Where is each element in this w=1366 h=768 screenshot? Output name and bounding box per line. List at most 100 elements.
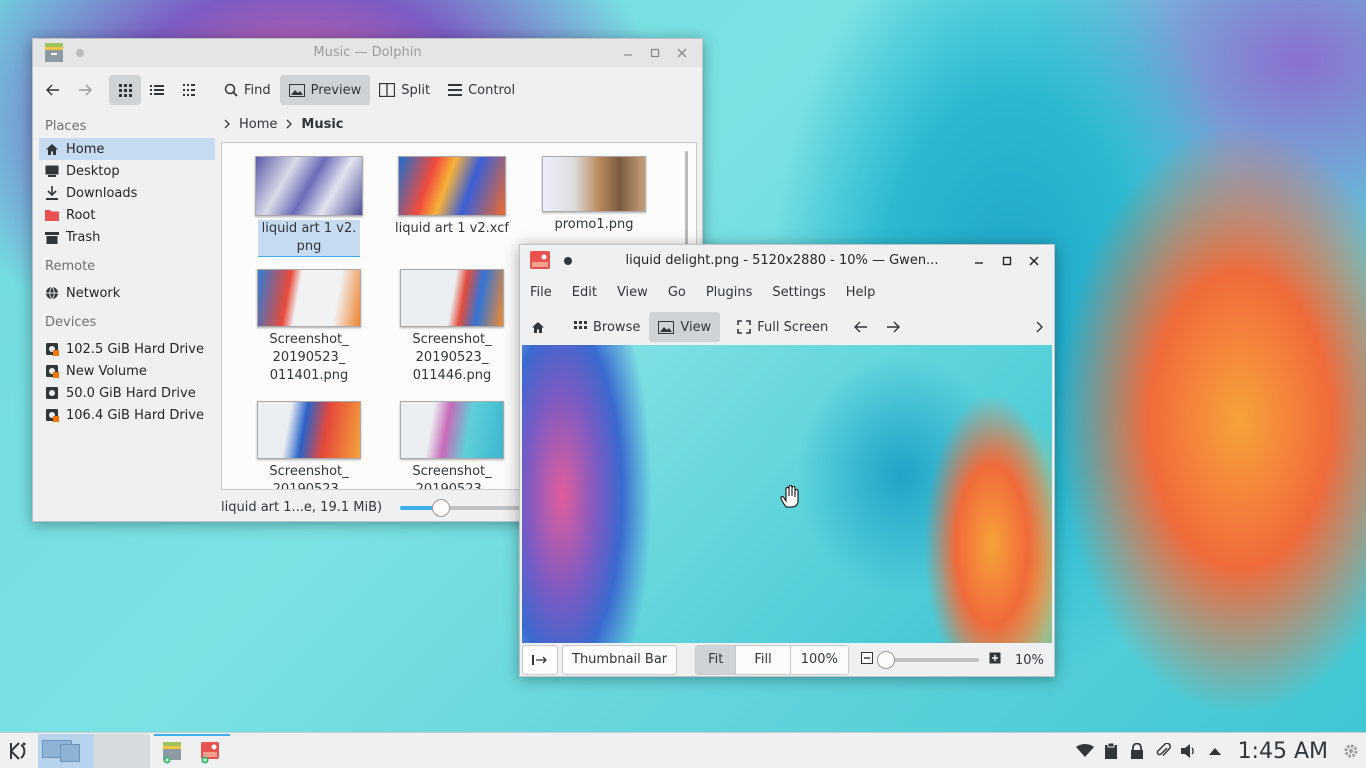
find-label: Find [244,82,271,98]
compact-view-button[interactable] [173,75,205,105]
menu-file[interactable]: File [520,279,562,309]
keep-above-icon[interactable] [75,48,85,58]
breadcrumb-home[interactable]: Home [239,117,277,132]
close-icon[interactable] [674,45,690,61]
fit-button[interactable]: Fit [696,646,737,674]
back-button[interactable] [37,75,69,105]
menu-edit[interactable]: Edit [562,279,607,309]
file-item[interactable]: promo1.png [532,156,656,234]
minimize-icon[interactable] [971,253,987,269]
task-gwenview[interactable] [190,733,230,768]
zoom-in-button[interactable] [989,652,1001,668]
file-thumbnail [257,401,361,459]
keep-above-icon[interactable] [563,256,573,266]
browse-label: Browse [593,319,641,335]
browse-button[interactable]: Browse [564,312,649,342]
preview-button[interactable]: Preview [279,75,371,105]
lock-icon[interactable] [1124,738,1150,764]
close-icon[interactable] [1026,253,1042,269]
file-item[interactable]: Screenshot_ 20190523_ 011401.png [247,269,371,385]
attachment-icon[interactable] [1150,738,1176,764]
volume-icon[interactable] [1176,738,1202,764]
next-image-button[interactable] [877,312,909,342]
previous-image-button[interactable] [845,312,877,342]
place-home[interactable]: Home [39,138,215,160]
fill-button[interactable]: Fill [736,646,791,674]
device-item[interactable]: New Volume [39,360,215,382]
maximize-icon[interactable] [647,45,663,61]
place-label: Downloads [66,185,138,201]
pager-desktop-2[interactable] [94,733,150,768]
zoom-slider-handle[interactable] [432,499,451,517]
pager-desktop-1[interactable] [38,733,94,768]
menu-settings[interactable]: Settings [762,279,835,309]
device-item[interactable]: 50.0 GiB Hard Drive [39,382,215,404]
split-button[interactable]: Split [370,75,439,105]
dolphin-title: Music — Dolphin [313,45,422,60]
chevron-right-icon [224,119,230,129]
search-icon [224,83,238,97]
minimize-icon[interactable] [620,45,636,61]
application-launcher[interactable] [0,733,36,768]
menu-view[interactable]: View [607,279,658,309]
digital-clock[interactable]: 1:45 AM [1238,739,1328,764]
home-button[interactable] [522,312,554,342]
dolphin-titlebar[interactable]: Music — Dolphin [33,39,702,67]
menu-go[interactable]: Go [658,279,696,309]
place-root[interactable]: Root [39,204,215,226]
find-button[interactable]: Find [215,75,280,105]
sidebar-toggle-button[interactable] [522,645,558,675]
zoom-value[interactable]: 10% [1015,653,1044,668]
hard-drive-icon [46,343,59,356]
task-dolphin[interactable] [154,733,190,768]
dolphin-app-icon [45,43,63,63]
control-button[interactable]: Control [439,75,524,105]
fullscreen-icon [737,320,752,334]
thumbnail-bar-button[interactable]: Thumbnail Bar [562,645,678,675]
file-item[interactable]: Screenshot_ 20190523_ [390,401,514,489]
device-item[interactable]: 106.4 GiB Hard Drive [39,404,215,426]
network-wifi-icon[interactable] [1072,738,1098,764]
file-item[interactable]: Screenshot_ 20190523_ [247,401,371,489]
gwenview-bottombar: Thumbnail Bar Fit Fill 100% 10% [520,643,1054,677]
file-item[interactable]: Screenshot_ 20190523_ 011446.png [390,269,514,385]
file-thumbnail [255,156,363,216]
zoom-slider[interactable] [876,650,979,670]
place-network[interactable]: Network [39,282,215,304]
globe-icon [46,286,58,300]
panel-settings-icon[interactable] [1338,738,1364,764]
places-header: Places [45,119,87,134]
details-view-button[interactable] [141,75,173,105]
zoom-out-button[interactable] [860,652,873,668]
fullscreen-button[interactable]: Full Screen [728,312,837,342]
file-item[interactable]: liquid art 1 v2.xcf [390,156,514,238]
zoom-slider-handle[interactable] [876,651,895,669]
arrow-left-icon [854,321,868,333]
menu-plugins[interactable]: Plugins [696,279,763,309]
more-tools-button[interactable] [1026,312,1052,342]
clipboard-icon[interactable] [1098,738,1124,764]
hundred-percent-button[interactable]: 100% [790,646,848,674]
file-item[interactable]: liquid art 1 v2. png [247,156,371,257]
place-desktop[interactable]: Desktop [39,160,215,182]
device-item[interactable]: 102.5 GiB Hard Drive [39,338,215,360]
view-label: View [680,319,712,335]
show-hidden-icons-icon[interactable] [1202,738,1228,764]
control-label: Control [468,82,516,98]
grid-icon [119,84,132,97]
hand-cursor-icon [780,485,802,509]
image-view[interactable] [522,345,1052,643]
forward-button[interactable] [69,75,101,105]
maximize-icon[interactable] [999,253,1015,269]
split-view-icon [379,83,396,97]
place-label: Trash [66,229,101,245]
arrow-left-icon [46,84,59,96]
arrow-right-icon [79,84,92,96]
menu-help[interactable]: Help [836,279,886,309]
icons-view-button[interactable] [109,75,141,105]
breadcrumb-current[interactable]: Music [301,117,343,132]
gwenview-titlebar[interactable]: liquid delight.png - 5120x2880 - 10% — G… [520,245,1054,277]
view-button[interactable]: View [649,312,721,342]
place-downloads[interactable]: Downloads [39,182,215,204]
place-trash[interactable]: Trash [39,226,215,248]
